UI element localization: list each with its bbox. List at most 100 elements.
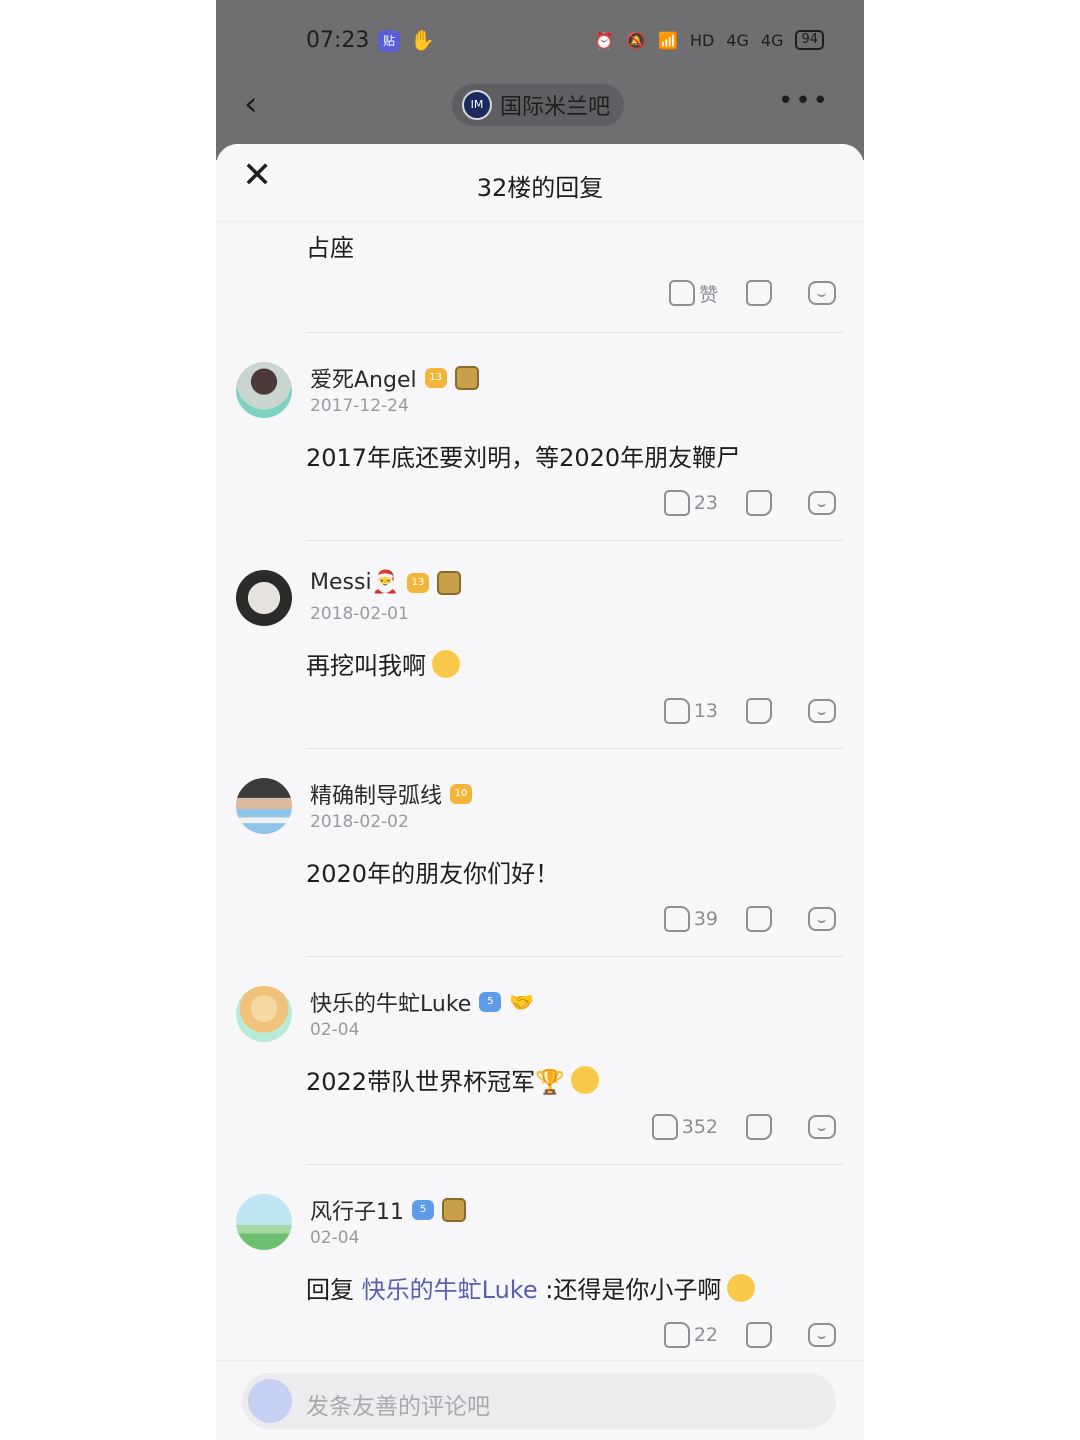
- like-button[interactable]: 23: [648, 490, 718, 516]
- username[interactable]: 精确制导弧线: [310, 778, 442, 810]
- medal-icon: [436, 570, 461, 595]
- inter-logo-icon: IM: [462, 90, 492, 120]
- battery-icon: 94: [795, 30, 824, 50]
- like-button[interactable]: 352: [648, 1114, 718, 1140]
- laughing-emoji-icon: [727, 1274, 756, 1302]
- status-right-icons: ⏰ 🔕 📶 HD 4G 4G 94: [594, 30, 824, 50]
- comment-text: 2020年的朋友你们好！: [306, 860, 560, 888]
- wifi-icon: 📶: [658, 30, 678, 50]
- thumb-up-icon: [663, 906, 690, 932]
- thumb-up-icon: [651, 1114, 678, 1140]
- avatar[interactable]: [236, 778, 292, 834]
- comment-date: 2017-12-24: [310, 396, 409, 416]
- sheet-title: 32楼的回复: [476, 174, 604, 202]
- reply-bubble-icon[interactable]: [808, 491, 836, 515]
- comment-date: 02-04: [310, 1228, 360, 1248]
- floor-post-actions: 赞: [648, 276, 836, 310]
- comment-text-content: 2022带队世界杯冠军🏆: [306, 1068, 565, 1096]
- avatar[interactable]: [236, 570, 292, 626]
- divider: [306, 540, 844, 541]
- username-row: 快乐的牛虻Luke 5 🤝: [310, 986, 534, 1018]
- comment-text-content: :还得是你小子啊: [545, 1276, 722, 1304]
- mute-icon: 🔕: [626, 30, 647, 50]
- level-badge: 5: [412, 1200, 434, 1220]
- level-badge: 13: [406, 572, 429, 593]
- forum-title: 国际米兰吧: [500, 95, 611, 120]
- like-button[interactable]: 13: [648, 698, 718, 724]
- more-icon[interactable]: •••: [778, 86, 830, 116]
- username[interactable]: Messi🎅: [310, 570, 399, 595]
- handshake-medal-icon: 🤝: [509, 990, 535, 1014]
- status-bar: 07:23 贴 ✋ ⏰ 🔕 📶 HD 4G 4G 94: [216, 26, 864, 62]
- sheet-header: ✕ 32楼的回复: [216, 144, 864, 222]
- username[interactable]: 风行子11: [310, 1194, 404, 1226]
- avatar[interactable]: [236, 986, 292, 1042]
- divider: [306, 1164, 844, 1165]
- like-count: 39: [693, 908, 718, 930]
- yum-emoji-icon: [432, 650, 460, 678]
- comment-text: 再挖叫我啊: [306, 646, 460, 681]
- reply-bubble-icon[interactable]: [808, 907, 836, 931]
- signal-icon-1: 4G: [726, 30, 749, 50]
- phone-screen: 07:23 贴 ✋ ⏰ 🔕 📶 HD 4G 4G 94 ‹ IM 国际米兰吧 •…: [216, 0, 864, 1440]
- username[interactable]: 爱死Angel: [310, 362, 417, 394]
- laughing-emoji-icon: [570, 1066, 599, 1094]
- comment-date: 02-04: [310, 1020, 360, 1040]
- username[interactable]: 快乐的牛虻Luke: [310, 986, 471, 1018]
- like-button[interactable]: 22: [648, 1322, 718, 1348]
- back-icon[interactable]: ‹: [244, 84, 258, 124]
- thumb-up-icon: [663, 1322, 690, 1348]
- reply-bubble-icon[interactable]: [808, 1115, 836, 1139]
- thumb-down-icon[interactable]: [746, 1114, 772, 1140]
- alarm-icon: ⏰: [594, 30, 615, 50]
- tieba-app-icon: 贴: [378, 30, 400, 52]
- thumb-down-icon[interactable]: [746, 698, 772, 724]
- reply-sheet: ✕ 32楼的回复 占座 赞 爱死Angel 13 2017-12-24 2017…: [216, 144, 864, 1440]
- thumb-down-icon[interactable]: [746, 490, 772, 516]
- comment-actions: 23: [648, 486, 836, 520]
- comment-input[interactable]: 发条友善的评论吧: [242, 1373, 836, 1429]
- hd-icon: HD: [689, 30, 715, 50]
- reply-bubble-icon[interactable]: [808, 699, 836, 723]
- comment-date: 2018-02-01: [310, 604, 409, 624]
- reply-to-user-link[interactable]: 快乐的牛虻Luke: [362, 1276, 538, 1304]
- thumb-down-icon[interactable]: [746, 280, 772, 306]
- comment-text: 回复 快乐的牛虻Luke :还得是你小子啊: [306, 1270, 756, 1305]
- reply-prefix: 回复: [306, 1276, 354, 1304]
- username-row: 爱死Angel 13: [310, 362, 479, 394]
- thumb-down-icon[interactable]: [746, 1322, 772, 1348]
- comment-actions: 13: [648, 694, 836, 728]
- like-count: 13: [693, 700, 718, 722]
- avatar[interactable]: [236, 1194, 292, 1250]
- hand-icon: ✋: [410, 28, 435, 52]
- top-nav: ‹ IM 国际米兰吧 •••: [216, 80, 864, 130]
- medal-icon: [442, 1198, 466, 1222]
- comment-placeholder: 发条友善的评论吧: [306, 1394, 490, 1420]
- like-label: 赞: [698, 283, 718, 306]
- level-badge: 5: [479, 992, 502, 1012]
- thumb-down-icon[interactable]: [746, 906, 772, 932]
- comment-composer-bar: 发条友善的评论吧: [216, 1360, 864, 1440]
- forum-title-pill[interactable]: IM 国际米兰吧: [452, 84, 625, 126]
- comment-actions: 22: [648, 1318, 836, 1352]
- comment-actions: 39: [648, 902, 836, 936]
- thumb-up-icon: [663, 490, 690, 516]
- username-row: Messi🎅 13: [310, 570, 461, 595]
- like-count: 23: [693, 492, 718, 514]
- like-button[interactable]: 39: [648, 906, 718, 932]
- reply-bubble-icon[interactable]: [808, 1323, 836, 1347]
- comment-actions: 352: [648, 1110, 836, 1144]
- user-avatar-icon: [248, 1379, 292, 1423]
- dimmed-background[interactable]: 07:23 贴 ✋ ⏰ 🔕 📶 HD 4G 4G 94 ‹ IM 国际米兰吧 •…: [216, 0, 864, 160]
- like-count: 352: [681, 1116, 718, 1138]
- signal-icon-2: 4G: [760, 30, 784, 50]
- comment-date: 2018-02-02: [310, 812, 409, 832]
- avatar[interactable]: [236, 362, 292, 418]
- like-button[interactable]: 赞: [648, 280, 718, 307]
- comment-text: 2017年底还要刘明，等2020年朋友鞭尸: [306, 444, 741, 472]
- reply-bubble-icon[interactable]: [808, 281, 836, 305]
- level-badge: 13: [424, 368, 447, 388]
- username-row: 风行子11 5: [310, 1194, 466, 1226]
- thumb-up-icon: [663, 698, 690, 724]
- floor-post-text: 占座: [306, 234, 354, 262]
